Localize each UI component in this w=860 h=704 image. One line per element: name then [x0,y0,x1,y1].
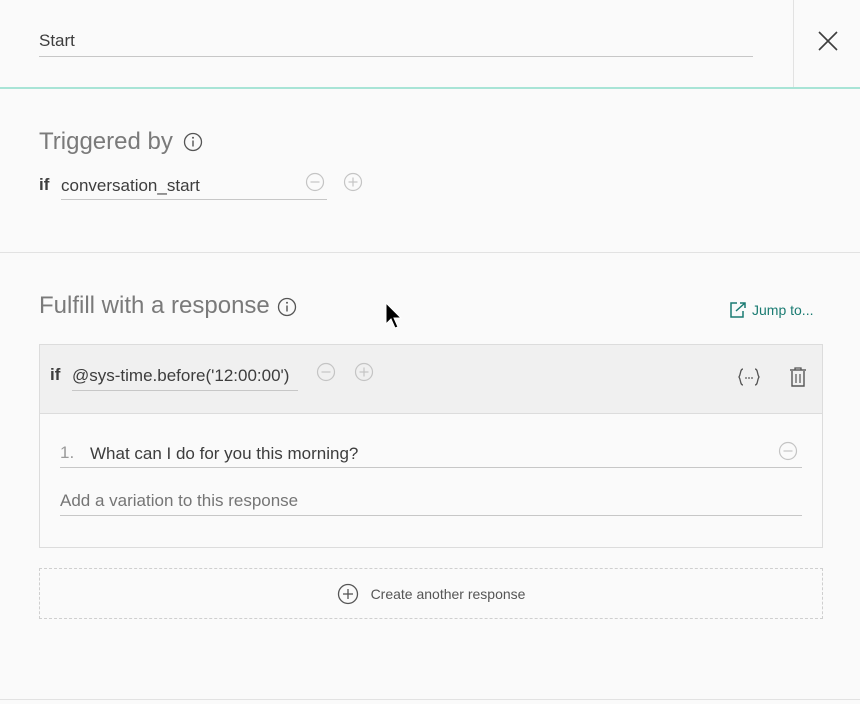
variation-input[interactable] [60,440,802,468]
fulfill-heading: Fulfill with a response [39,292,270,319]
section-divider [0,252,860,253]
triggered-by-heading: Triggered by [39,128,173,155]
add-variation-input[interactable] [60,487,802,516]
plus-circle-icon[interactable] [354,362,374,382]
info-icon[interactable] [183,132,203,152]
jump-to-icon [730,302,746,318]
json-braces-icon[interactable] [737,367,761,387]
node-name-input[interactable] [39,24,753,57]
jump-to-label: Jump to... [752,302,814,318]
close-icon[interactable] [816,29,840,53]
plus-circle-icon[interactable] [343,172,363,192]
response-if-label: if [50,365,61,384]
trigger-condition-input[interactable] [61,172,327,200]
jump-to-link[interactable]: Jump to... [728,300,813,320]
mouse-cursor-icon [385,302,403,329]
trigger-if-label: if [39,175,50,194]
bottom-divider [0,699,860,700]
response-condition-input[interactable] [72,362,298,391]
minus-circle-icon[interactable] [316,362,336,382]
trash-icon[interactable] [788,366,808,388]
plus-circle-icon [337,583,358,604]
create-another-response-button[interactable]: Create another response [39,568,823,619]
minus-circle-icon[interactable] [778,441,798,461]
header-divider [793,0,794,87]
response-card: if 1. [39,344,823,548]
minus-circle-icon[interactable] [305,172,325,192]
info-icon[interactable] [277,297,297,317]
create-another-label: Create another response [370,585,526,602]
